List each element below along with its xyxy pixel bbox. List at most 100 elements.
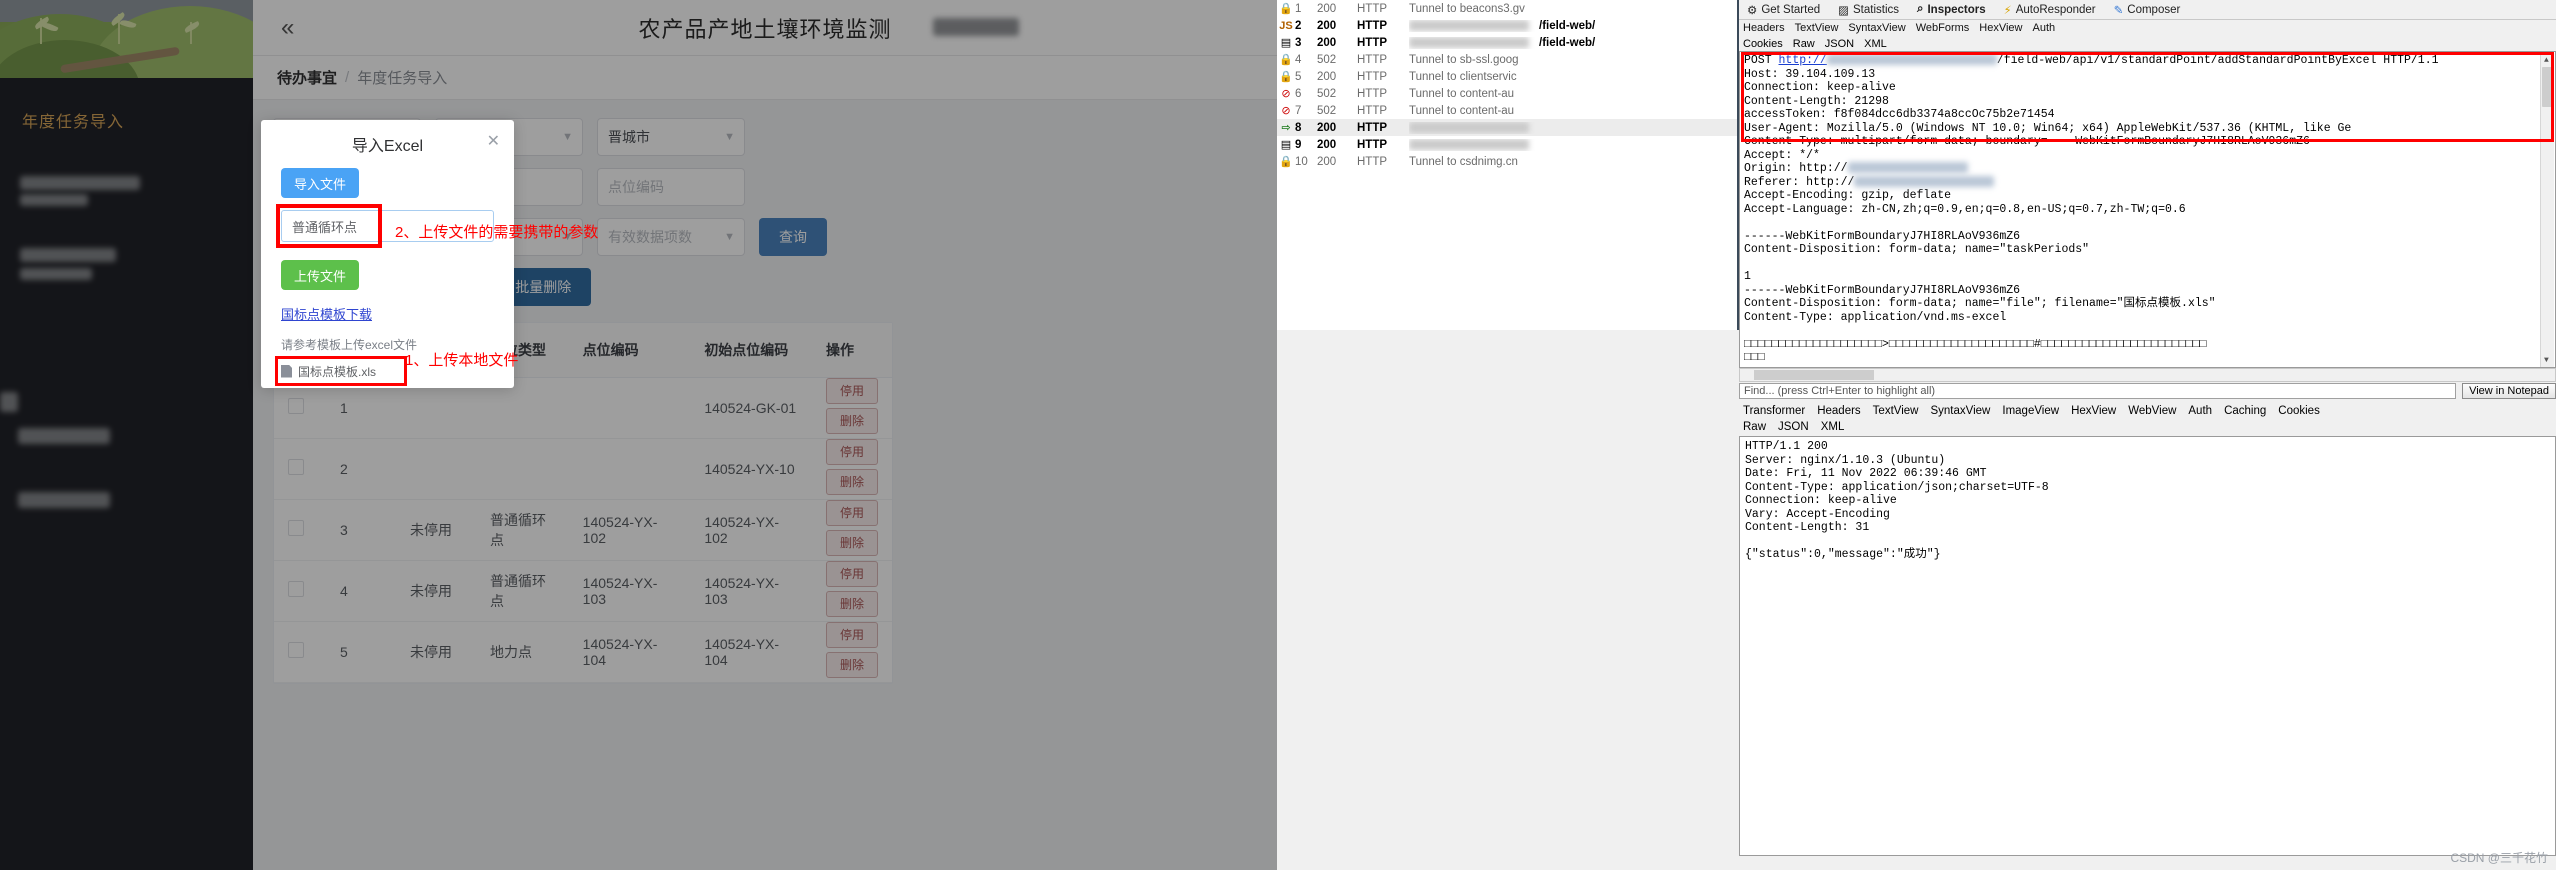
toolbar-autoresponder[interactable]: ⚡ AutoResponder — [2004, 3, 2096, 17]
request-header-referer: Referer: http:// — [1744, 176, 1995, 189]
toolbar-inspectors[interactable]: ⌕ Inspectors — [1917, 3, 1986, 16]
lock-icon: 🔒 — [1279, 3, 1293, 15]
scrollbar-thumb[interactable] — [1754, 370, 1874, 380]
query-button[interactable]: 查询 — [759, 218, 827, 256]
disable-button[interactable]: 停用 — [825, 621, 878, 648]
session-row[interactable]: 🔒 5 200 HTTP Tunnel to clientservic — [1277, 68, 1737, 85]
delete-button[interactable]: 删除 — [825, 529, 878, 556]
delete-button[interactable]: 删除 — [825, 651, 878, 678]
row-checkbox[interactable] — [288, 398, 304, 414]
tab-resp-auth[interactable]: Auth — [2188, 405, 2212, 417]
tab-resp-webview[interactable]: WebView — [2128, 405, 2176, 417]
import-file-button[interactable]: 导入文件 — [281, 168, 360, 198]
response-raw-pane[interactable]: HTTP/1.1 200 Server: nginx/1.10.3 (Ubunt… — [1739, 436, 2556, 856]
filter-valid-data-count-placeholder: 有效数据项数 — [608, 229, 692, 245]
row-code: 140524-YX-104 — [568, 621, 691, 683]
session-row[interactable]: 🔒 10 200 HTTP Tunnel to csdnimg.cn — [1277, 153, 1737, 170]
filter-point-code[interactable]: 点位编码 — [597, 168, 745, 206]
request-body-disposition-taskperiods: Content-Disposition: form-data; name="ta… — [1744, 243, 2090, 256]
row-checkbox[interactable] — [288, 581, 304, 597]
tab-resp-caching[interactable]: Caching — [2224, 405, 2266, 417]
delete-button[interactable]: 删除 — [825, 590, 878, 617]
disable-button[interactable]: 停用 — [825, 560, 878, 587]
template-download-link[interactable]: 国标点模板下载 — [281, 304, 372, 323]
request-horizontal-scrollbar[interactable] — [1739, 368, 2556, 382]
toolbar-get-started-label: Get Started — [1761, 3, 1821, 16]
tab-cookies[interactable]: Cookies — [1743, 38, 1783, 50]
tab-syntaxview[interactable]: SyntaxView — [1848, 22, 1905, 34]
row-seq: 4 — [326, 560, 396, 622]
tab-webforms[interactable]: WebForms — [1916, 22, 1970, 34]
toolbar-statistics[interactable]: ▨ Statistics — [1838, 3, 1899, 17]
request-post-url[interactable]: http:// — [1779, 54, 1827, 67]
tab-resp-xml[interactable]: XML — [1821, 421, 1845, 433]
delete-button[interactable]: 删除 — [825, 468, 878, 495]
scrollbar-thumb[interactable] — [2542, 67, 2553, 107]
delete-button[interactable]: 删除 — [825, 407, 878, 434]
tab-json[interactable]: JSON — [1825, 38, 1854, 50]
sidebar-item-annual-task-import[interactable]: 年度任务导入 — [0, 98, 253, 142]
toolbar-get-started[interactable]: ⚙ Get Started — [1747, 3, 1820, 17]
tab-xml[interactable]: XML — [1864, 38, 1887, 50]
tab-resp-textview[interactable]: TextView — [1873, 405, 1919, 417]
request-post-path: /field-web/api/v1/standardPoint/addStand… — [1996, 54, 2439, 67]
toolbar-composer[interactable]: ✎ Composer — [2114, 3, 2181, 17]
filter-valid-data-count[interactable]: 有效数据项数 ▼ — [597, 218, 745, 256]
request-vertical-scrollbar[interactable]: ▲ ▼ — [2540, 53, 2554, 367]
selected-file-row[interactable]: 国标点模板.xls — [275, 356, 407, 386]
session-row[interactable]: 🔒 4 502 HTTP Tunnel to sb-ssl.goog — [1277, 51, 1737, 68]
tab-textview[interactable]: TextView — [1795, 22, 1839, 34]
disable-button[interactable]: 停用 — [825, 438, 878, 465]
upload-file-button[interactable]: 上传文件 — [281, 260, 360, 290]
row-checkbox-cell[interactable] — [274, 560, 326, 622]
filter-point-code-placeholder: 点位编码 — [608, 179, 664, 195]
session-row[interactable]: ▤ 3 200 HTTP /field-web/ — [1277, 34, 1737, 51]
tab-resp-imageview[interactable]: ImageView — [2002, 405, 2059, 417]
session-host-redacted — [1409, 36, 1539, 49]
row-checkbox-cell[interactable] — [274, 621, 326, 683]
row-checkbox-cell[interactable] — [274, 499, 326, 561]
tab-hexview[interactable]: HexView — [1979, 22, 2022, 34]
row-type: 普通循环点 — [476, 499, 569, 561]
session-num: 8 — [1295, 121, 1302, 134]
tab-raw[interactable]: Raw — [1793, 38, 1815, 50]
session-row[interactable]: ▤ 9 200 HTTP — [1277, 136, 1737, 153]
tab-resp-cookies[interactable]: Cookies — [2278, 405, 2320, 417]
row-seq: 3 — [326, 499, 396, 561]
filter-city[interactable]: 晋城市 ▼ — [597, 118, 745, 156]
request-header-accesstoken: accessToken: f8f084dcc6db3374a8ccOc75b2e… — [1744, 108, 2055, 121]
session-code: 200 — [1317, 155, 1337, 168]
disable-button[interactable]: 停用 — [825, 377, 878, 404]
session-row[interactable]: JS 2 200 HTTP /field-web/ — [1277, 17, 1737, 34]
request-raw-pane[interactable]: POST http:// /field-web/api/v1/standardPo… — [1739, 51, 2556, 368]
row-code: 140524-YX-102 — [568, 499, 691, 561]
session-row[interactable]: ⊘ 6 502 HTTP Tunnel to content-au — [1277, 85, 1737, 102]
chevron-down-icon: ▼ — [724, 131, 735, 143]
tab-resp-json[interactable]: JSON — [1778, 421, 1809, 433]
session-row-selected[interactable]: ⇨ 8 200 HTTP — [1277, 119, 1737, 136]
lock-icon: 🔒 — [1279, 71, 1293, 83]
response-header-server: Server: nginx/1.10.3 (Ubuntu) — [1745, 453, 1946, 467]
row-checkbox[interactable] — [288, 642, 304, 658]
doc-icon: ▤ — [1280, 139, 1292, 151]
session-row[interactable]: 🔒 1 200 HTTP Tunnel to beacons3.gv — [1277, 0, 1737, 17]
disable-button[interactable]: 停用 — [825, 499, 878, 526]
tab-resp-raw[interactable]: Raw — [1743, 421, 1766, 433]
tab-resp-hexview[interactable]: HexView — [2071, 405, 2116, 417]
tab-transformer[interactable]: Transformer — [1743, 405, 1805, 417]
close-icon[interactable]: ✕ — [487, 134, 500, 150]
session-num: 9 — [1295, 138, 1302, 151]
row-checkbox[interactable] — [288, 459, 304, 475]
session-row[interactable]: ⊘ 7 502 HTTP Tunnel to content-au — [1277, 102, 1737, 119]
row-checkbox[interactable] — [288, 520, 304, 536]
view-in-notepad-button[interactable]: View in Notepad — [2462, 383, 2556, 399]
tab-resp-syntaxview[interactable]: SyntaxView — [1930, 405, 1990, 417]
tab-resp-headers[interactable]: Headers — [1817, 405, 1860, 417]
row-checkbox-cell[interactable] — [274, 438, 326, 500]
tab-auth[interactable]: Auth — [2033, 22, 2056, 34]
find-input[interactable]: Find... (press Ctrl+Enter to highlight a… — [1739, 383, 2457, 399]
breadcrumb-sub[interactable]: 年度任务导入 — [357, 67, 447, 88]
session-list[interactable]: 🔒 1 200 HTTP Tunnel to beacons3.gv JS 2 … — [1277, 0, 1739, 330]
request-body-binary-1: □□□□□□□□□□□□□□□□□□□□>□□□□□□□□□□□□□□□□□□□… — [1744, 337, 2207, 351]
tab-headers[interactable]: Headers — [1743, 22, 1785, 34]
